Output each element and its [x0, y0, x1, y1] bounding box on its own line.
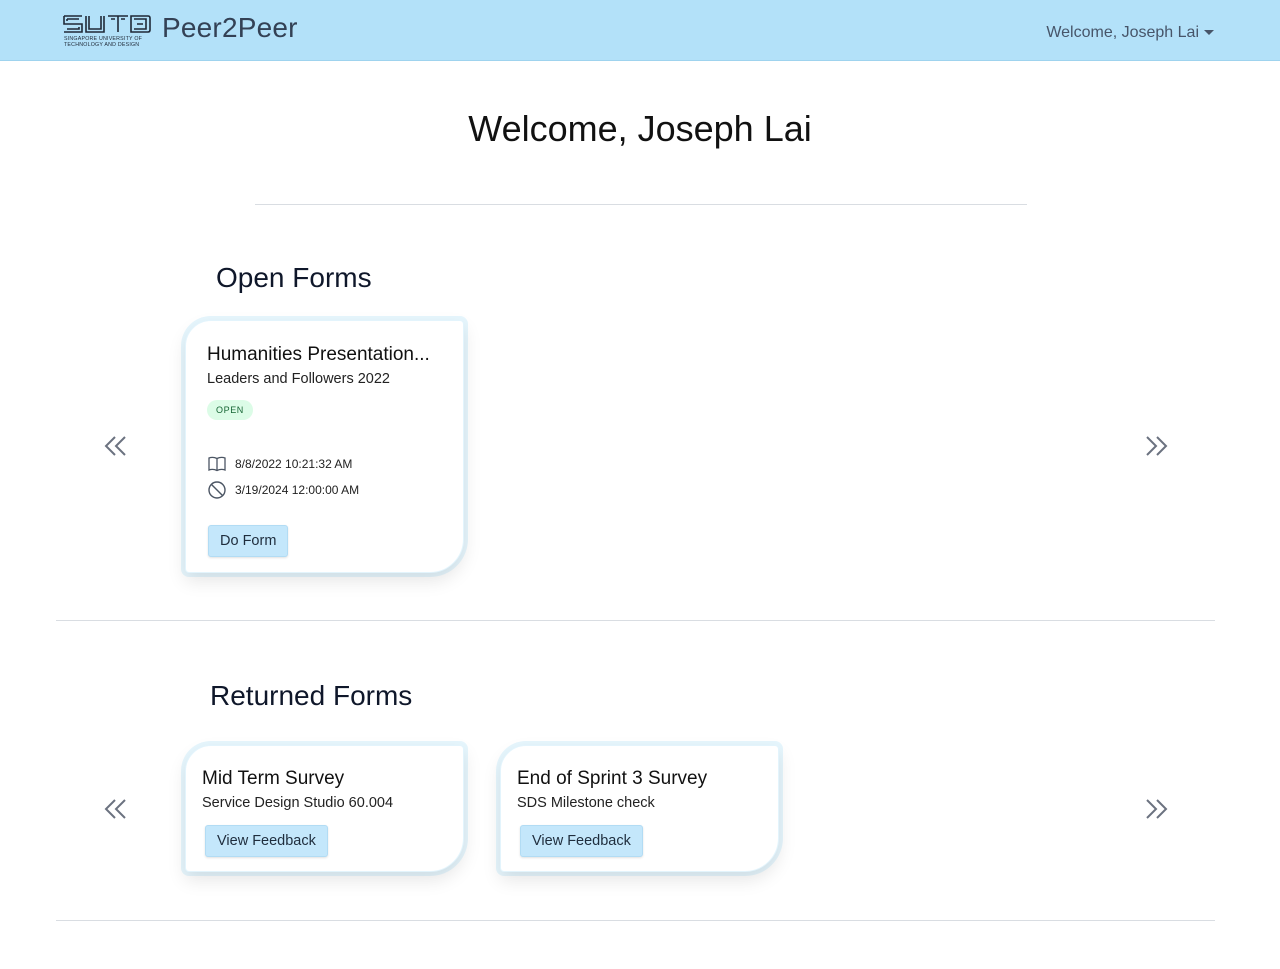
- open-forms-next-button[interactable]: [1143, 433, 1169, 459]
- form-due-date: 3/19/2024 12:00:00 AM: [235, 483, 360, 497]
- returned-forms-heading: Returned Forms: [210, 680, 413, 711]
- logo-subtext: TECHNOLOGY AND DESIGN: [64, 42, 140, 48]
- status-badge: OPEN: [207, 400, 253, 420]
- double-chevron-left-icon: [104, 799, 126, 819]
- open-form-card: Humanities Presentation... Leaders and F…: [185, 320, 464, 573]
- returned-forms-prev-button[interactable]: [103, 796, 129, 822]
- view-feedback-button[interactable]: View Feedback: [205, 825, 328, 857]
- view-feedback-button[interactable]: View Feedback: [520, 825, 643, 857]
- form-title: Humanities Presentation...: [207, 344, 430, 365]
- open-book-icon: [208, 456, 226, 472]
- returned-form-card: End of Sprint 3 Survey SDS Milestone che…: [500, 745, 779, 872]
- form-created-row: 8/8/2022 10:21:32 AM: [207, 454, 352, 474]
- prohibited-icon: [208, 481, 226, 499]
- form-subtitle: Leaders and Followers 2022: [207, 371, 390, 387]
- section-divider: [56, 920, 1215, 921]
- sutd-logo-mark-icon: [63, 15, 151, 33]
- do-form-button[interactable]: Do Form: [208, 525, 289, 557]
- user-menu-label: Welcome, Joseph Lai: [1046, 24, 1199, 41]
- form-created-date: 8/8/2022 10:21:32 AM: [235, 457, 353, 471]
- open-forms-prev-button[interactable]: [103, 433, 129, 459]
- form-due-row: 3/19/2024 12:00:00 AM: [207, 480, 359, 500]
- form-subtitle: SDS Milestone check: [517, 795, 655, 811]
- navbar: SINGAPORE UNIVERSITY OF TECHNOLOGY AND D…: [0, 0, 1280, 61]
- brand-name[interactable]: Peer2Peer: [162, 12, 298, 44]
- returned-form-card: Mid Term Survey Service Design Studio 60…: [185, 745, 464, 872]
- open-forms-heading: Open Forms: [216, 262, 372, 293]
- double-chevron-right-icon: [1146, 436, 1168, 456]
- section-divider: [56, 620, 1215, 621]
- double-chevron-right-icon: [1146, 799, 1168, 819]
- form-subtitle: Service Design Studio 60.004: [202, 795, 394, 811]
- sutd-logo[interactable]: SINGAPORE UNIVERSITY OF TECHNOLOGY AND D…: [63, 14, 151, 50]
- form-title: End of Sprint 3 Survey: [517, 768, 708, 789]
- form-title: Mid Term Survey: [202, 768, 345, 789]
- double-chevron-left-icon: [104, 436, 126, 456]
- divider: [255, 204, 1027, 205]
- caret-down-icon: [1204, 29, 1214, 35]
- returned-forms-next-button[interactable]: [1143, 796, 1169, 822]
- page-title: Welcome, Joseph Lai: [468, 108, 812, 149]
- user-menu-dropdown[interactable]: Welcome, Joseph Lai: [1046, 24, 1214, 42]
